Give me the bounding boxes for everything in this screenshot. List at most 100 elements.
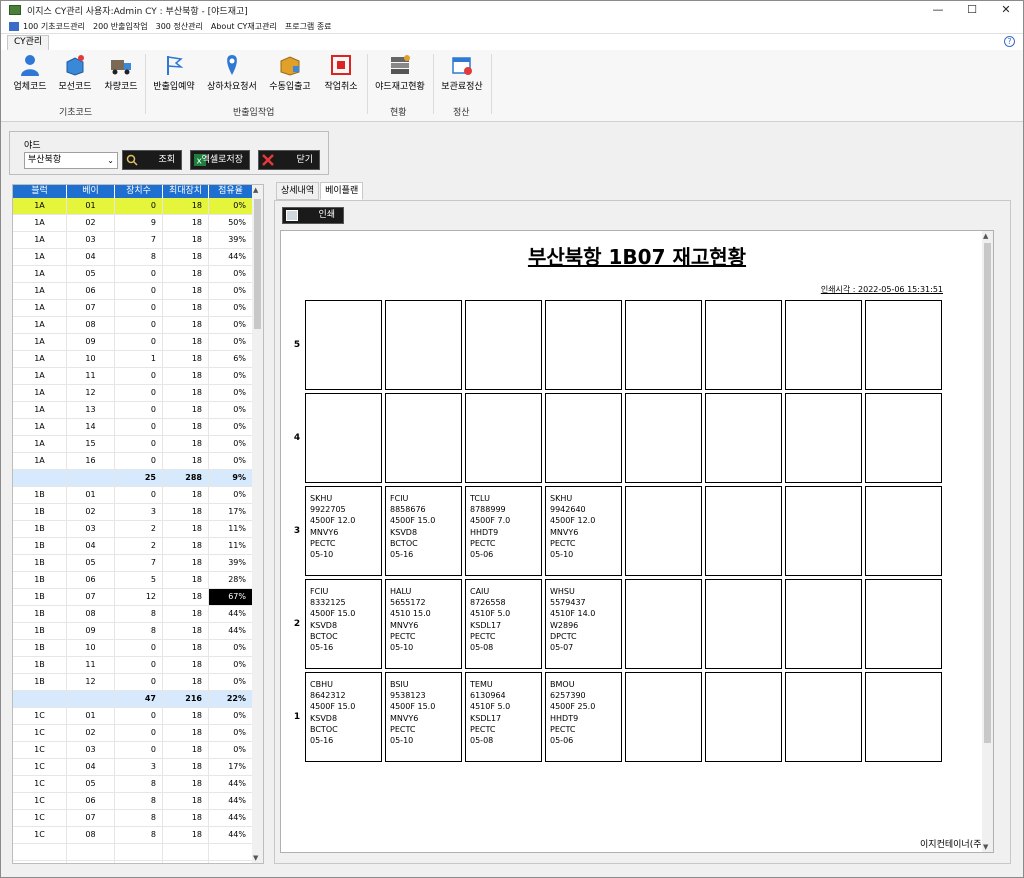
close-button[interactable]: 닫기 xyxy=(258,150,320,170)
subtotal-row[interactable]: 47 216 22% xyxy=(13,691,253,708)
bay-slot[interactable] xyxy=(785,579,862,669)
table-row[interactable]: 1A 15 0 18 0% xyxy=(13,436,253,453)
in-out-reservation-button[interactable]: 반출입예약 xyxy=(149,54,199,92)
table-row[interactable]: 1A 06 0 18 0% xyxy=(13,283,253,300)
table-row[interactable]: 1A 10 1 18 6% xyxy=(13,351,253,368)
table-row[interactable]: 1B 10 0 18 0% xyxy=(13,640,253,657)
table-row[interactable]: 1C 02 0 18 0% xyxy=(13,725,253,742)
bay-slot[interactable]: HALU 5655172 4510 15.0 MNVY6 PECTC 05-10 xyxy=(385,579,462,669)
table-row[interactable]: 1B 12 0 18 0% xyxy=(13,674,253,691)
bay-slot[interactable] xyxy=(625,393,702,483)
bay-slot[interactable]: TCLU 8788999 4500F 7.0 HHDT9 PECTC 05-06 xyxy=(465,486,542,576)
menu-exit[interactable]: 프로그램 종료 xyxy=(285,21,332,32)
bay-slot[interactable] xyxy=(865,672,942,762)
bay-slot[interactable] xyxy=(305,393,382,483)
bay-slot[interactable] xyxy=(705,486,782,576)
menu-in-out-work[interactable]: 200 반출입작업 xyxy=(93,21,148,32)
bay-slot[interactable]: FCIU 8332125 4500F 15.0 KSVD8 BCTOC 05-16 xyxy=(305,579,382,669)
bay-slot[interactable] xyxy=(465,300,542,390)
bay-slot[interactable]: BSIU 9538123 4500F 15.0 MNVY6 PECTC 05-10 xyxy=(385,672,462,762)
scroll-down-icon[interactable]: ▼ xyxy=(983,843,988,851)
menu-settlement[interactable]: 300 정산관리 xyxy=(156,21,203,32)
bay-slot[interactable] xyxy=(865,579,942,669)
bay-slot[interactable] xyxy=(785,672,862,762)
menu-about[interactable]: About CY재고관리 xyxy=(211,21,277,32)
table-row[interactable]: 1A 14 0 18 0% xyxy=(13,419,253,436)
bay-slot[interactable] xyxy=(305,300,382,390)
table-row[interactable]: 1A 11 0 18 0% xyxy=(13,368,253,385)
cancel-work-button[interactable]: 작업취소 xyxy=(319,54,363,92)
table-row[interactable]: 1C 04 3 18 17% xyxy=(13,759,253,776)
bay-slot[interactable] xyxy=(785,486,862,576)
bay-slot[interactable] xyxy=(865,486,942,576)
bay-slot[interactable]: SKHU 9922705 4500F 12.0 MNVY6 PECTC 05-10 xyxy=(305,486,382,576)
bay-slot[interactable] xyxy=(385,300,462,390)
table-row[interactable]: 1A 16 0 18 0% xyxy=(13,453,253,470)
menu-basic-code[interactable]: 100 기초코드관리 xyxy=(23,21,85,32)
table-row[interactable]: 1B 11 0 18 0% xyxy=(13,657,253,674)
bay-slot[interactable] xyxy=(705,393,782,483)
table-row[interactable]: 1C 03 0 18 0% xyxy=(13,742,253,759)
table-row[interactable]: 1B 09 8 18 44% xyxy=(13,623,253,640)
table-row[interactable]: 1B 01 0 18 0% xyxy=(13,487,253,504)
table-row[interactable] xyxy=(13,844,253,861)
table-row[interactable]: 1A 13 0 18 0% xyxy=(13,402,253,419)
bay-slot[interactable] xyxy=(785,393,862,483)
table-row[interactable]: 1A 02 9 18 50% xyxy=(13,215,253,232)
manual-in-out-button[interactable]: 수동입출고 xyxy=(265,54,315,92)
maximize-button[interactable]: ☐ xyxy=(955,1,989,19)
table-row[interactable]: 1A 09 0 18 0% xyxy=(13,334,253,351)
scroll-down-icon[interactable]: ▼ xyxy=(253,854,258,862)
table-row[interactable]: 1B 08 8 18 44% xyxy=(13,606,253,623)
bay-slot[interactable] xyxy=(625,672,702,762)
yard-stock-status-button[interactable]: 야드재고현황 xyxy=(371,54,429,92)
bay-slot[interactable]: WHSU 5579437 4510F 14.0 W2896 DPCTC 05-07 xyxy=(545,579,622,669)
table-row[interactable]: 1B 07 12 18 67% xyxy=(13,589,253,606)
column-header-max[interactable]: 최대장치 xyxy=(163,185,209,198)
bay-slot[interactable] xyxy=(865,300,942,390)
save-excel-button[interactable]: x 엑셀로저장 xyxy=(190,150,250,170)
bay-slot[interactable]: CBHU 8642312 4500F 15.0 KSVD8 BCTOC 05-16 xyxy=(305,672,382,762)
table-row[interactable]: 1C 07 8 18 44% xyxy=(13,810,253,827)
minimize-button[interactable]: — xyxy=(921,1,955,19)
yard-select[interactable]: 부산북항 ⌄ xyxy=(24,152,118,169)
bay-slot[interactable]: BMOU 6257390 4500F 25.0 HHDT9 PECTC 05-06 xyxy=(545,672,622,762)
scroll-up-icon[interactable]: ▲ xyxy=(983,232,988,240)
search-button[interactable]: 조회 xyxy=(122,150,182,170)
bay-slot[interactable] xyxy=(465,393,542,483)
bay-slot[interactable]: CAIU 8726558 4510F 5.0 KSDL17 PECTC 05-08 xyxy=(465,579,542,669)
bay-slot[interactable] xyxy=(865,393,942,483)
table-row[interactable]: 1C 05 8 18 44% xyxy=(13,776,253,793)
table-row[interactable]: 1B 02 3 18 17% xyxy=(13,504,253,521)
ribbon-tab-cy[interactable]: CY관리 xyxy=(7,35,50,50)
load-unload-request-button[interactable]: 상하차요청서 xyxy=(203,54,261,92)
help-icon[interactable]: ? xyxy=(1004,36,1015,47)
column-header-count[interactable]: 장치수 xyxy=(115,185,163,198)
table-row[interactable]: 1A 05 0 18 0% xyxy=(13,266,253,283)
print-button[interactable]: 인쇄 xyxy=(282,207,344,224)
column-header-bay[interactable]: 베이 xyxy=(67,185,115,198)
tab-bay-plan[interactable]: 베이플랜 xyxy=(320,182,364,200)
bay-slot[interactable] xyxy=(385,393,462,483)
bay-slot[interactable] xyxy=(785,300,862,390)
report-scroll-thumb[interactable] xyxy=(984,243,991,743)
bay-slot[interactable] xyxy=(545,393,622,483)
bay-slot[interactable]: TEMU 6130964 4510F 5.0 KSDL17 PECTC 05-08 xyxy=(465,672,542,762)
bay-slot[interactable] xyxy=(625,300,702,390)
close-window-button[interactable]: ✕ xyxy=(989,1,1023,19)
column-header-rate[interactable]: 점유율 xyxy=(209,185,253,198)
storage-fee-settlement-button[interactable]: 보관료정산 xyxy=(437,54,487,92)
bay-slot[interactable]: FCIU 8858676 4500F 15.0 KSVD8 BCTOC 05-16 xyxy=(385,486,462,576)
table-row[interactable]: 1A 04 8 18 44% xyxy=(13,249,253,266)
table-row[interactable]: 1A 01 0 18 0% xyxy=(13,198,253,215)
table-row[interactable]: 1C 06 8 18 44% xyxy=(13,793,253,810)
vehicle-code-button[interactable]: 차량코드 xyxy=(101,54,141,92)
bay-slot[interactable] xyxy=(705,672,782,762)
table-row[interactable]: 1C 08 8 18 44% xyxy=(13,827,253,844)
table-row[interactable]: 1B 03 2 18 11% xyxy=(13,521,253,538)
table-row[interactable]: 1A 07 0 18 0% xyxy=(13,300,253,317)
column-header-block[interactable]: 블럭 xyxy=(13,185,67,198)
table-row[interactable]: 1B 06 5 18 28% xyxy=(13,572,253,589)
vessel-code-button[interactable]: 모선코드 xyxy=(55,54,95,92)
table-row[interactable]: 1A 12 0 18 0% xyxy=(13,385,253,402)
